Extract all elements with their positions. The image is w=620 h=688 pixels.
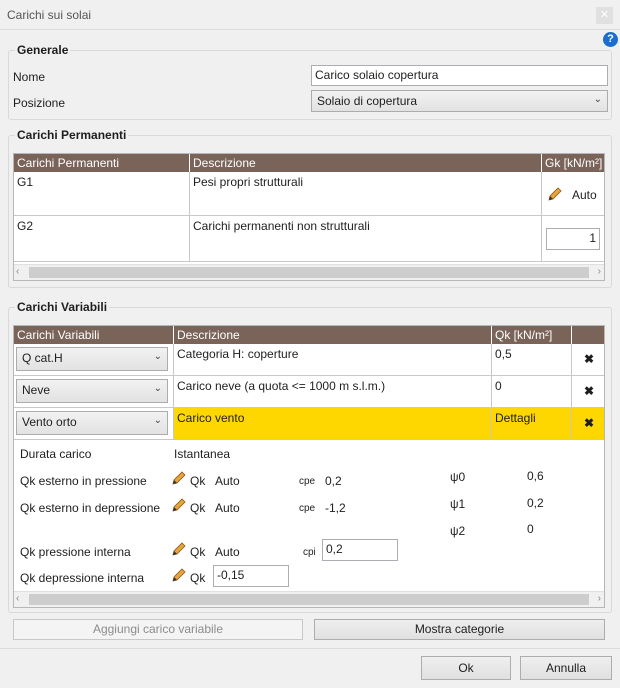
ext-dep-qk: Qk <box>190 501 206 515</box>
nome-label: Nome <box>13 70 46 84</box>
permanenti-hscroll[interactable]: ‹ › <box>14 264 604 280</box>
chevron-down-icon: ⌄ <box>593 94 602 105</box>
neve-value: Neve <box>22 383 51 397</box>
pencil-icon[interactable] <box>171 541 187 557</box>
cpe-label-1: cpe <box>299 476 316 487</box>
variabili-grid: Carichi Variabili Descrizione Qk [kN/m²]… <box>13 325 605 608</box>
header-carichi-variabili[interactable]: Carichi Variabili <box>14 326 174 344</box>
ext-press-label: Qk esterno in pressione <box>20 474 147 488</box>
cpe-depressione: -1,2 <box>325 501 346 515</box>
ext-press-auto: Auto <box>215 474 240 488</box>
int-dep-label: Qk depressione interna <box>20 571 145 585</box>
ext-press-qk: Qk <box>190 474 206 488</box>
table-row-qcath-delete[interactable]: ✖ <box>572 344 604 376</box>
scroll-thumb[interactable] <box>29 267 589 278</box>
int-dep-input[interactable]: -0,15 <box>213 565 289 587</box>
int-dep-qk: Qk <box>190 571 206 585</box>
table-row-g2-value[interactable]: 1 <box>542 216 604 262</box>
vento-value: Vento orto <box>22 415 77 429</box>
header-qk[interactable]: Qk [kN/m²] <box>492 326 572 344</box>
title-bar: Carichi sui solai ✕ <box>0 0 620 30</box>
durata-value: Istantanea <box>174 447 231 461</box>
durata-label: Durata carico <box>20 447 92 461</box>
table-row-neve-name[interactable]: Neve ⌄ <box>14 376 174 408</box>
neve-select[interactable]: Neve ⌄ <box>16 379 168 403</box>
table-row-qcath-value[interactable]: 0,5 <box>492 344 572 376</box>
qcath-value: Q cat.H <box>22 351 63 365</box>
psi2-label: ψ2 <box>450 524 466 538</box>
int-press-label: Qk pressione interna <box>20 545 131 559</box>
delete-icon[interactable]: ✖ <box>574 376 604 406</box>
scroll-thumb[interactable] <box>29 594 589 605</box>
table-row-neve-desc[interactable]: Carico neve (a quota <= 1000 m s.l.m.) <box>174 376 492 408</box>
chevron-down-icon: ⌄ <box>153 383 162 394</box>
header-carichi-permanenti[interactable]: Carichi Permanenti <box>14 154 190 172</box>
delete-icon[interactable]: ✖ <box>574 408 604 438</box>
psi1-label: ψ1 <box>450 497 466 511</box>
ext-dep-auto: Auto <box>215 501 240 515</box>
pencil-icon[interactable] <box>547 186 563 202</box>
scroll-right-icon[interactable]: › <box>598 266 601 277</box>
header-descrizione[interactable]: Descrizione <box>190 154 542 172</box>
cpi-input[interactable]: 0,2 <box>322 539 398 561</box>
group-title-generale: Generale <box>15 43 71 57</box>
help-icon[interactable]: ? <box>603 32 618 47</box>
cpe-pressione: 0,2 <box>325 474 342 488</box>
g1-value: Auto <box>572 188 597 202</box>
psi0-label: ψ0 <box>450 470 466 484</box>
scroll-right-icon[interactable]: › <box>598 593 601 604</box>
delete-icon[interactable]: ✖ <box>574 344 604 374</box>
pencil-icon[interactable] <box>171 470 187 486</box>
variabili-hscroll[interactable]: ‹ › <box>14 591 604 607</box>
header-descrizione[interactable]: Descrizione <box>174 326 492 344</box>
psi1-value: 0,2 <box>527 496 544 510</box>
posizione-label: Posizione <box>13 96 66 110</box>
cpe-label-2: cpe <box>299 503 316 514</box>
psi0-value: 0,6 <box>527 469 544 483</box>
group-title-variabili: Carichi Variabili <box>15 300 110 314</box>
posizione-value: Solaio di copertura <box>317 94 418 108</box>
cpi-label: cpi <box>303 547 316 558</box>
pencil-icon[interactable] <box>171 497 187 513</box>
nome-input[interactable]: Carico solaio copertura <box>311 65 608 86</box>
table-row-neve-delete[interactable]: ✖ <box>572 376 604 408</box>
table-row-vento-desc[interactable]: Carico vento <box>174 408 492 440</box>
table-row-qcath-desc[interactable]: Categoria H: coperture <box>174 344 492 376</box>
ok-button[interactable]: Ok <box>421 656 511 680</box>
window-title: Carichi sui solai <box>7 8 92 22</box>
chevron-down-icon: ⌄ <box>153 415 162 426</box>
g2-input[interactable]: 1 <box>546 228 600 250</box>
psi2-value: 0 <box>527 522 534 536</box>
pencil-icon[interactable] <box>171 567 187 583</box>
int-press-auto: Auto <box>215 545 240 559</box>
table-row-g1-value[interactable]: Auto <box>542 172 604 216</box>
scroll-left-icon[interactable]: ‹ <box>16 266 19 277</box>
table-row-qcath-name[interactable]: Q cat.H ⌄ <box>14 344 174 376</box>
posizione-select[interactable]: Solaio di copertura ⌄ <box>311 90 608 112</box>
aggiungi-carico-button[interactable]: Aggiungi carico variabile <box>13 619 303 640</box>
mostra-categorie-button[interactable]: Mostra categorie <box>314 619 605 640</box>
table-row-g1-desc[interactable]: Pesi propri strutturali <box>190 172 542 216</box>
int-press-qk: Qk <box>190 545 206 559</box>
annulla-button[interactable]: Annulla <box>520 656 612 680</box>
chevron-down-icon: ⌄ <box>153 351 162 362</box>
table-row-neve-value[interactable]: 0 <box>492 376 572 408</box>
table-row-vento-value[interactable]: Dettagli <box>492 408 572 440</box>
ext-dep-label: Qk esterno in depressione <box>20 501 161 515</box>
permanenti-grid: Carichi Permanenti Descrizione Gk [kN/m²… <box>13 153 605 281</box>
group-title-permanenti: Carichi Permanenti <box>15 128 129 142</box>
divider <box>0 648 620 649</box>
table-row-g1-name[interactable]: G1 <box>14 172 190 216</box>
close-button[interactable]: ✕ <box>596 7 613 24</box>
table-row-g2-desc[interactable]: Carichi permanenti non strutturali <box>190 216 542 262</box>
header-gk[interactable]: Gk [kN/m²] <box>542 154 604 172</box>
scroll-left-icon[interactable]: ‹ <box>16 593 19 604</box>
vento-select[interactable]: Vento orto ⌄ <box>16 411 168 435</box>
table-row-vento-name[interactable]: Vento orto ⌄ <box>14 408 174 440</box>
qcath-select[interactable]: Q cat.H ⌄ <box>16 347 168 371</box>
table-row-vento-delete[interactable]: ✖ <box>572 408 604 440</box>
table-row-g2-name[interactable]: G2 <box>14 216 190 262</box>
header-delete <box>572 326 604 344</box>
